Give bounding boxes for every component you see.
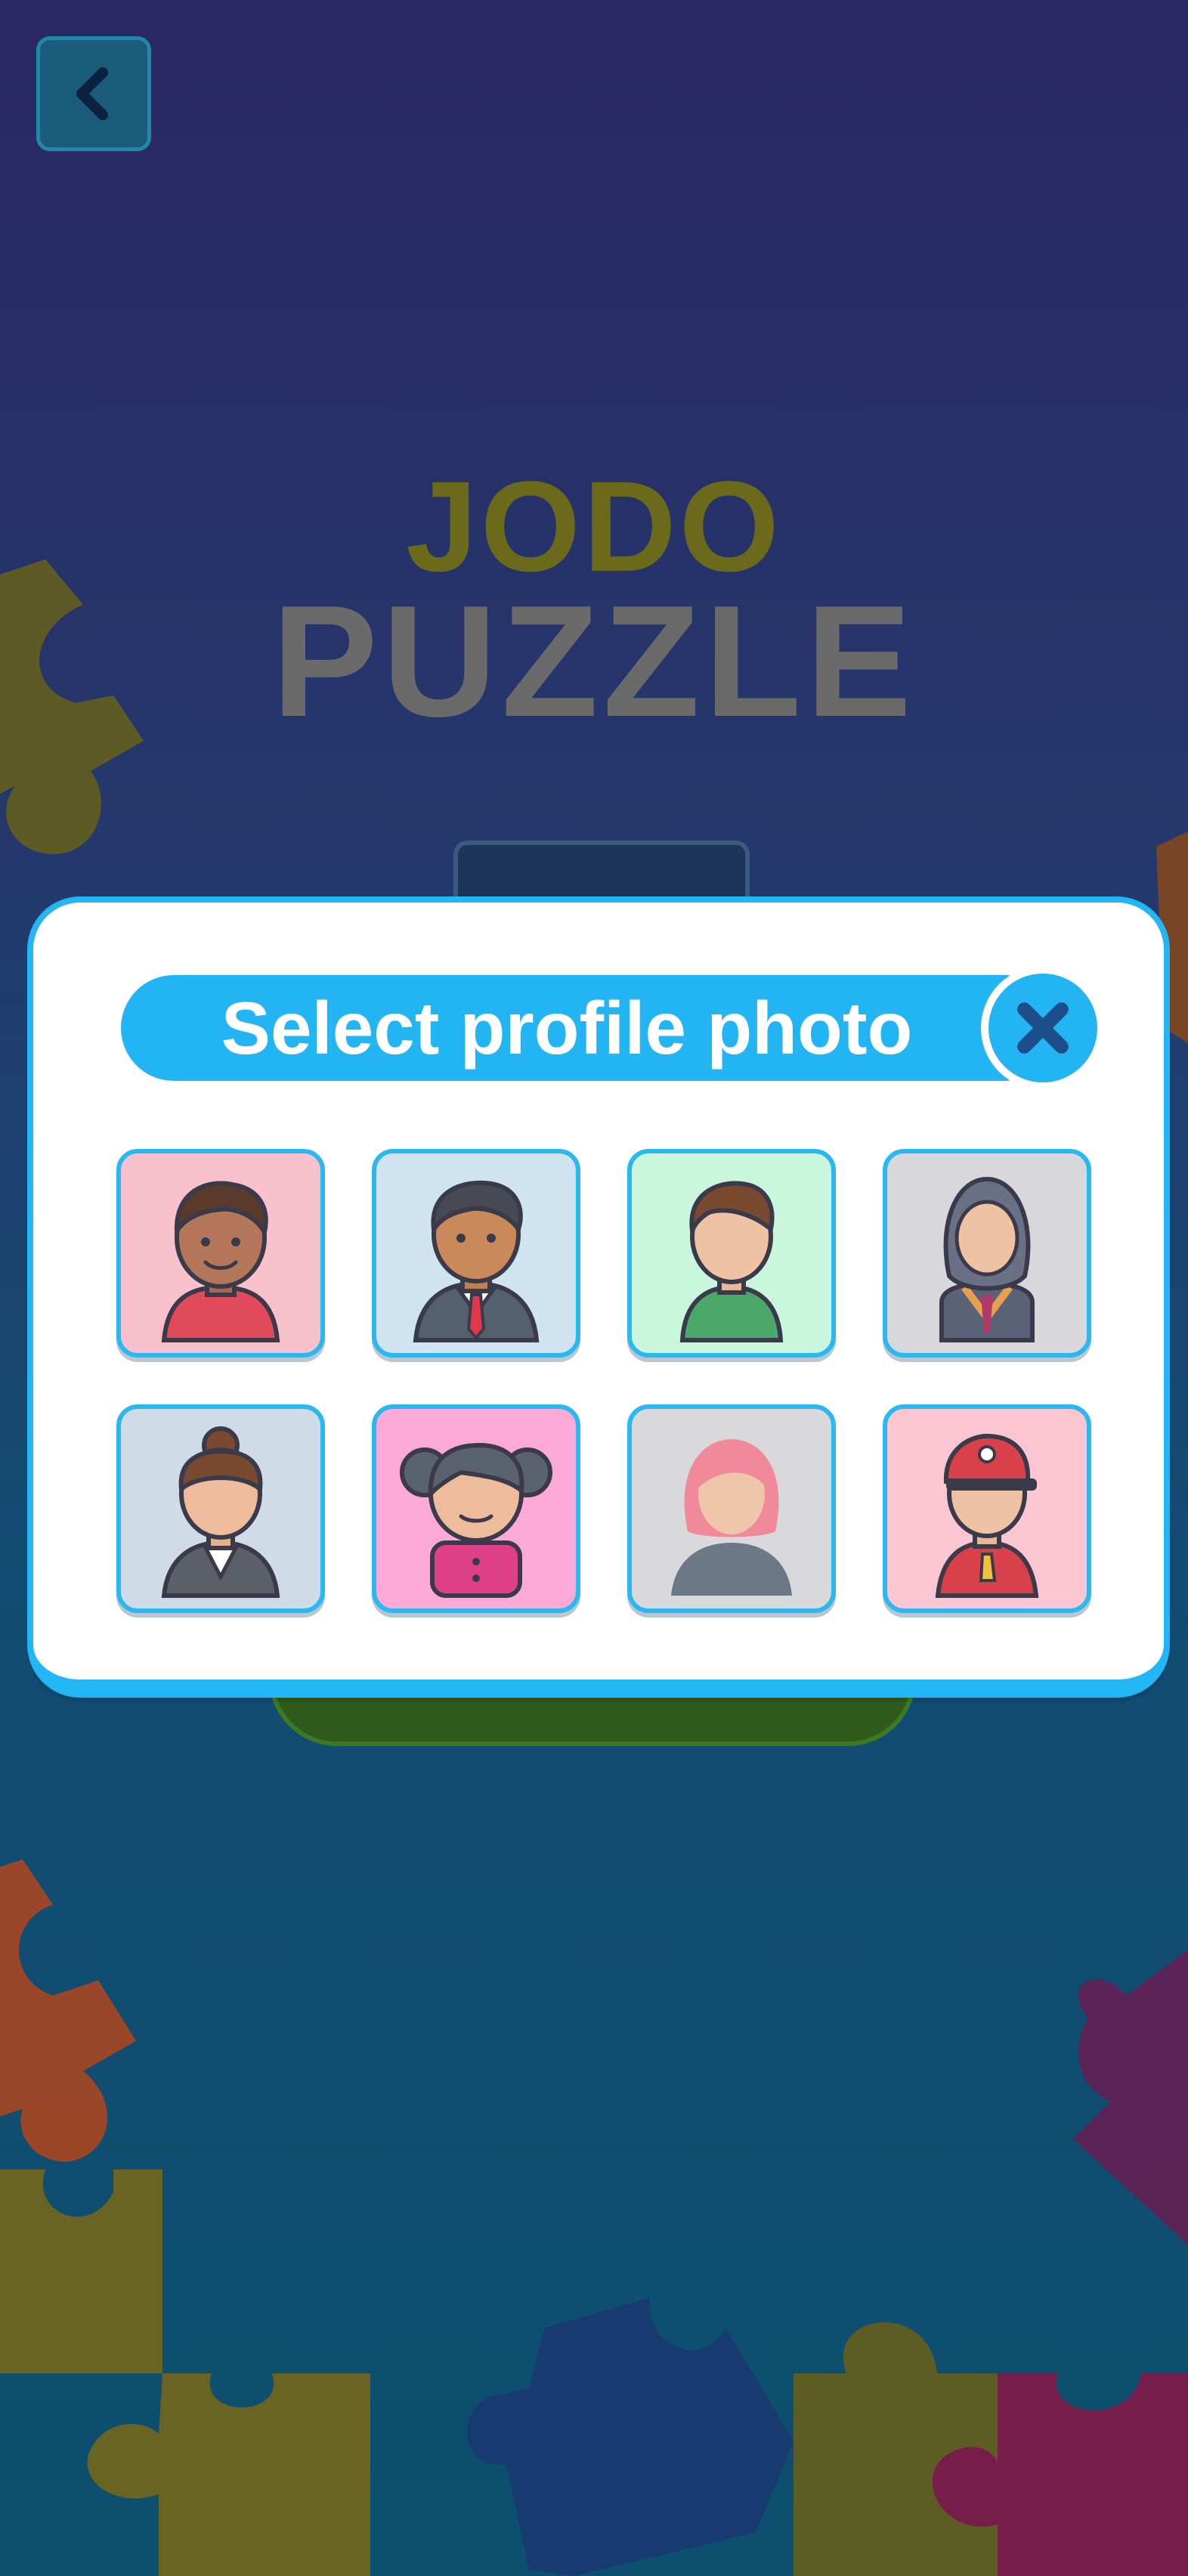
avatar-girl-pigtails-icon bbox=[400, 1442, 552, 1598]
close-button[interactable] bbox=[981, 966, 1105, 1090]
dialog-title-bar: Select profile photo bbox=[121, 975, 1058, 1081]
avatar-pink-haired-woman-icon bbox=[671, 1439, 792, 1596]
avatar-option-1[interactable] bbox=[116, 1149, 325, 1358]
back-button[interactable] bbox=[36, 36, 151, 151]
avatar-businesswoman-icon bbox=[161, 1426, 280, 1598]
avatar-referee-cap-icon bbox=[935, 1433, 1039, 1598]
avatar-boy-curly-icon bbox=[161, 1181, 280, 1342]
avatar-hijab-woman-icon bbox=[939, 1176, 1035, 1342]
close-icon bbox=[1017, 1002, 1069, 1054]
avatar-option-2[interactable] bbox=[372, 1149, 580, 1358]
avatar-option-6[interactable] bbox=[372, 1404, 580, 1613]
select-profile-photo-dialog: Select profile photo bbox=[27, 896, 1170, 1698]
avatar-option-4[interactable] bbox=[883, 1149, 1091, 1358]
avatar-grid bbox=[116, 1149, 1091, 1625]
avatar-young-man-icon bbox=[679, 1181, 784, 1342]
avatar-option-8[interactable] bbox=[883, 1404, 1091, 1613]
dialog-title: Select profile photo bbox=[221, 986, 913, 1070]
chevron-left-icon bbox=[76, 67, 108, 120]
avatar-businessman-icon bbox=[413, 1181, 540, 1342]
avatar-option-3[interactable] bbox=[627, 1149, 836, 1358]
logo-puzzle: PUZZLE bbox=[271, 572, 917, 750]
avatar-option-7[interactable] bbox=[627, 1404, 836, 1613]
avatar-option-5[interactable] bbox=[116, 1404, 325, 1613]
